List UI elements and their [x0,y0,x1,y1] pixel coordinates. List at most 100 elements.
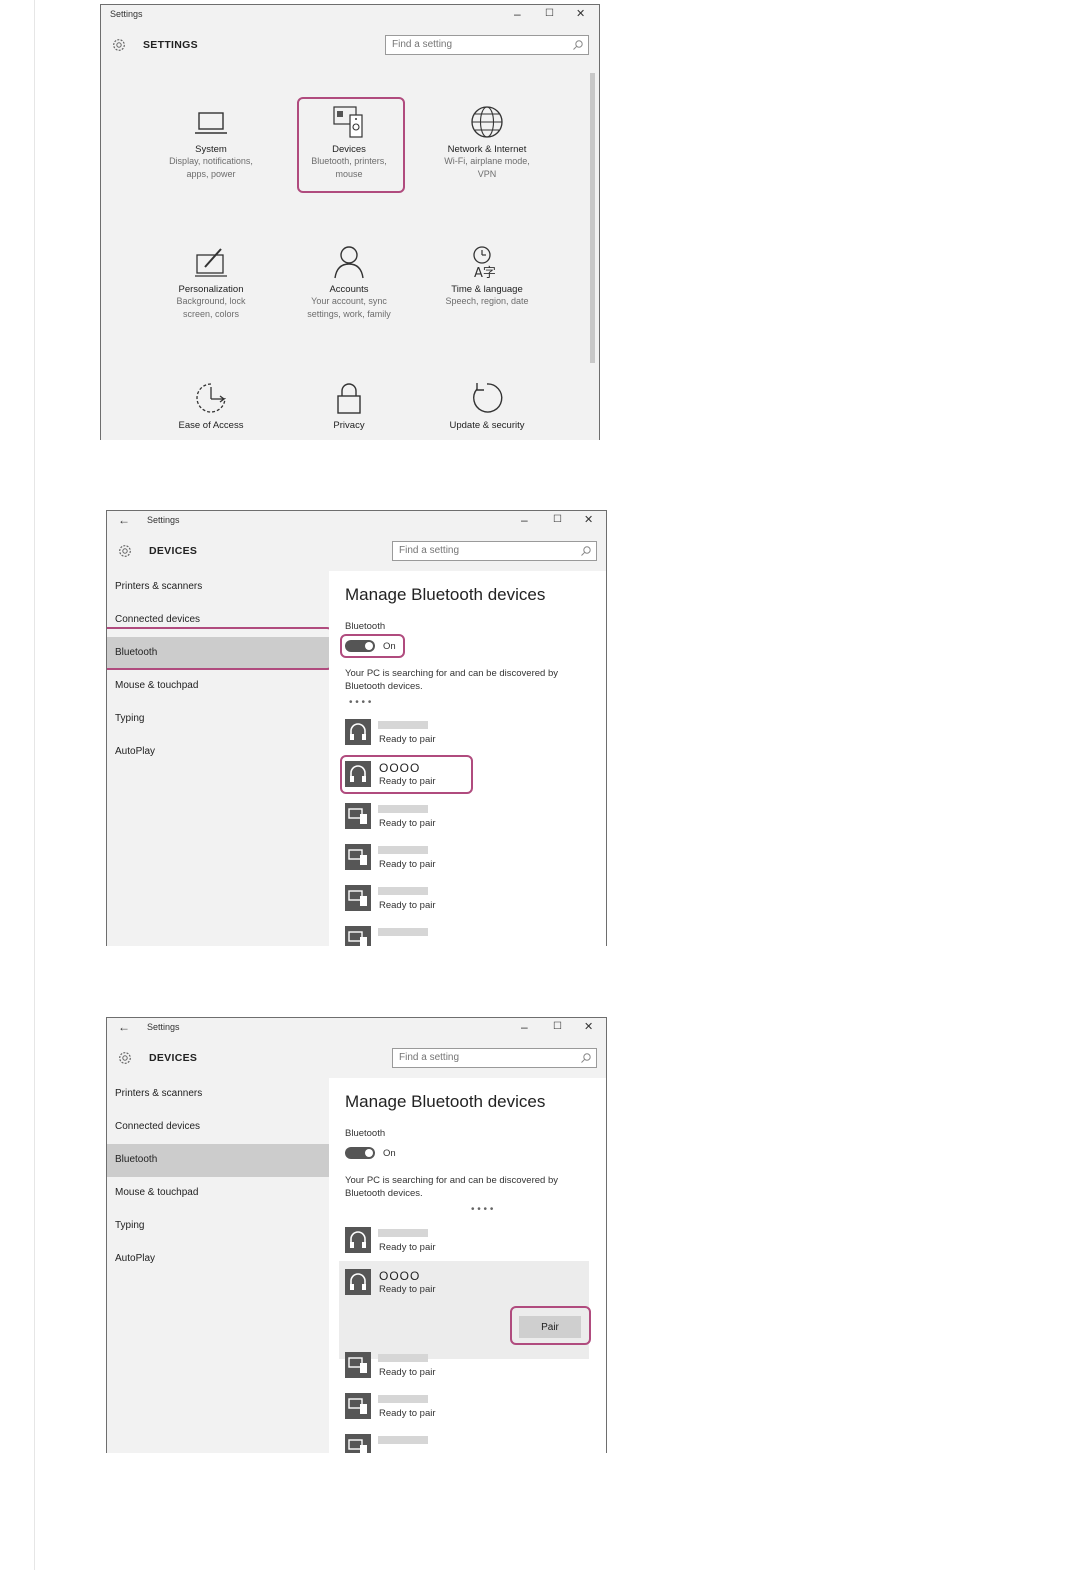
nav-item-autoplay[interactable]: AutoPlay [107,736,329,769]
device-item[interactable]: Ready to pair [345,803,545,835]
tile-time-language[interactable]: A字 Time & language Speech, region, date [432,245,542,308]
page-title: DEVICES [149,545,198,557]
device-item[interactable]: Ready to pair [345,1227,545,1259]
device-item-target[interactable]: OOOO Ready to pair [345,1269,545,1301]
devices-nav: Printers & scanners Connected devices Bl… [107,571,329,946]
search-input[interactable] [399,545,559,556]
maximize-button[interactable]: ☐ [553,514,562,525]
nav-item-typing[interactable]: Typing [107,703,329,736]
device-monitor-icon [345,885,371,911]
tile-desc: Bluetooth, printers, [311,156,387,166]
tile-title: Devices [332,144,366,155]
search-field[interactable] [392,541,597,561]
tile-update-security[interactable]: Update & security [432,381,542,431]
discovery-description: Your PC is searching for and can be disc… [345,1175,558,1199]
tile-desc: Your account, sync [311,296,387,306]
minimize-button[interactable]: – [521,1020,528,1034]
nav-item-typing[interactable]: Typing [107,1210,329,1243]
window-title: Settings [147,1022,180,1032]
search-input[interactable] [399,1052,559,1063]
search-icon [581,546,591,556]
device-item[interactable]: Ready to pair [345,844,545,876]
device-name-redacted [378,721,428,729]
device-name: OOOO [379,1269,421,1283]
search-field[interactable] [392,1048,597,1068]
ease-of-access-icon [196,383,226,413]
search-field[interactable] [385,35,589,55]
device-status: Ready to pair [379,1242,436,1253]
device-monitor-icon [345,926,371,946]
nav-item-mouse-touchpad[interactable]: Mouse & touchpad [107,1177,329,1210]
nav-label: Mouse & touchpad [115,680,199,691]
nav-item-printers[interactable]: Printers & scanners [107,1078,329,1111]
tile-title: Update & security [449,420,525,431]
search-icon [573,40,583,50]
device-monitor-icon [345,1393,371,1419]
scrollbar[interactable] [590,73,595,363]
device-status: Ready to pair [379,1367,436,1378]
nav-item-autoplay[interactable]: AutoPlay [107,1243,329,1276]
nav-item-connected-devices[interactable]: Connected devices [107,604,329,637]
refresh-icon [473,383,503,413]
search-input[interactable] [392,39,552,50]
svg-text:A字: A字 [474,266,496,279]
settings-header: SETTINGS [101,29,599,65]
nav-item-bluetooth[interactable]: Bluetooth [107,637,329,670]
bluetooth-toggle[interactable] [345,640,375,652]
device-name-redacted [378,1395,428,1403]
device-status: Ready to pair [379,1284,436,1295]
back-arrow-icon[interactable]: ← [118,513,130,527]
pair-button[interactable]: Pair [519,1316,581,1338]
window-title: Settings [110,9,143,19]
tile-desc: Wi-Fi, airplane mode, [444,156,530,166]
minimize-button[interactable]: – [514,7,521,21]
device-item[interactable]: Ready to pair [345,1393,545,1425]
device-item[interactable]: Ready to pair [345,1352,545,1384]
close-button[interactable]: ✕ [584,1020,593,1033]
globe-icon [471,106,503,138]
nav-item-bluetooth[interactable]: Bluetooth [107,1144,329,1177]
tile-accounts[interactable]: Accounts Your account, sync settings, wo… [294,245,404,321]
tile-title: System [195,144,227,155]
toggle-state: On [383,641,396,652]
time-language-icon: A字 [473,246,496,279]
device-item-target[interactable]: OOOO Ready to pair [345,761,545,793]
device-monitor-icon [345,1352,371,1378]
tile-devices[interactable]: Devices Bluetooth, printers, mouse [294,105,404,181]
device-item[interactable] [345,1434,545,1453]
device-status: Ready to pair [379,818,436,829]
bluetooth-label: Bluetooth [345,1128,386,1139]
back-arrow-icon[interactable]: ← [118,1020,130,1034]
nav-item-connected-devices[interactable]: Connected devices [107,1111,329,1144]
maximize-button[interactable]: ☐ [545,8,554,19]
close-button[interactable]: ✕ [576,7,585,20]
tile-system[interactable]: System Display, notifications, apps, pow… [156,105,266,181]
tile-personalization[interactable]: Personalization Background, lock screen,… [156,245,266,321]
tile-privacy[interactable]: Privacy [294,381,404,431]
headphones-icon [345,719,371,745]
tile-ease-of-access[interactable]: Ease of Access [156,381,266,431]
devices-nav: Printers & scanners Connected devices Bl… [107,1078,329,1453]
device-item[interactable]: Ready to pair [345,885,545,917]
close-button[interactable]: ✕ [584,513,593,526]
device-name: OOOO [379,761,421,775]
maximize-button[interactable]: ☐ [553,1021,562,1032]
device-status: Ready to pair [379,1408,436,1419]
device-name-redacted [378,846,428,854]
nav-item-mouse-touchpad[interactable]: Mouse & touchpad [107,670,329,703]
device-item[interactable]: Ready to pair [345,719,545,751]
nav-item-printers[interactable]: Printers & scanners [107,571,329,604]
nav-label: AutoPlay [115,1253,156,1264]
nav-label: Connected devices [115,1121,201,1132]
bluetooth-toggle[interactable] [345,1147,375,1159]
devices-window: ← Settings – ☐ ✕ DEVICES Printers & scan… [106,510,607,946]
minimize-button[interactable]: – [521,513,528,527]
devices-header: DEVICES [107,535,606,571]
tile-network[interactable]: Network & Internet Wi-Fi, airplane mode,… [432,105,542,181]
window-title: Settings [147,515,180,525]
headphones-icon [345,761,371,787]
settings-window: Settings – ☐ ✕ SETTINGS System Display, … [100,4,600,440]
device-item[interactable] [345,926,545,946]
toggle-state: On [383,1148,396,1159]
device-status: Ready to pair [379,776,436,787]
